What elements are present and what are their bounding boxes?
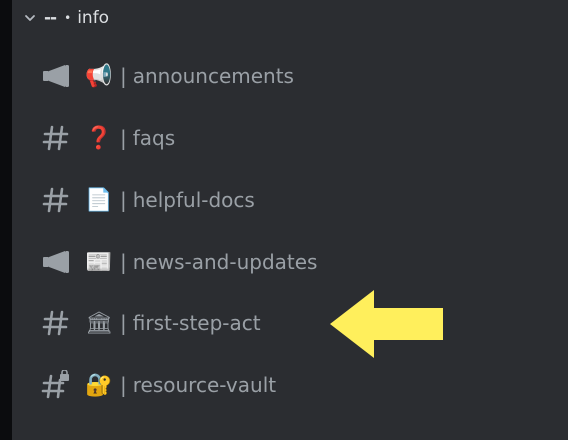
channel-name: helpful-docs (132, 188, 255, 212)
newspaper-emoji-icon: 📰 (85, 249, 113, 275)
highlight-arrow-icon (330, 290, 443, 358)
channel-separator: | (120, 373, 127, 397)
hash-icon (40, 184, 72, 216)
locked-with-key-emoji-icon: 🔐 (85, 372, 113, 398)
chevron-down-icon (22, 10, 38, 26)
category-dot: • (64, 11, 72, 25)
channel-name: faqs (132, 126, 176, 150)
channel-faqs[interactable]: ❓ | faqs (40, 118, 340, 158)
channel-name: news-and-updates (132, 250, 318, 274)
channel-separator: | (120, 64, 127, 88)
loudspeaker-emoji-icon: 📢 (85, 63, 113, 89)
channel-name: first-step-act (132, 311, 261, 335)
hash-icon (40, 122, 72, 154)
channel-announcements[interactable]: 📢 | announcements (40, 56, 340, 96)
channel-separator: | (120, 311, 127, 335)
category-header-info[interactable]: -- • info (22, 6, 109, 30)
channel-sidebar: -- • info 📢 | announcements ❓ | faqs 📄 |… (12, 0, 568, 440)
megaphone-icon (40, 60, 72, 92)
channel-resource-vault[interactable]: 🔐 | resource-vault (40, 365, 340, 405)
channel-name: announcements (132, 64, 294, 88)
page-emoji-icon: 📄 (85, 187, 113, 213)
server-list-strip (0, 0, 12, 440)
hash-icon (40, 307, 72, 339)
channel-first-step-act[interactable]: 🏛 | first-step-act (40, 303, 340, 343)
category-name: info (77, 8, 110, 28)
channel-separator: | (120, 250, 127, 274)
channel-separator: | (120, 126, 127, 150)
category-prefix: -- (44, 8, 57, 28)
megaphone-icon (40, 246, 72, 278)
channel-separator: | (120, 188, 127, 212)
locked-hash-icon (40, 369, 72, 401)
channel-helpful-docs[interactable]: 📄 | helpful-docs (40, 180, 340, 220)
channel-name: resource-vault (132, 373, 277, 397)
classical-building-emoji-icon: 🏛 (85, 310, 113, 336)
channel-news-and-updates[interactable]: 📰 | news-and-updates (40, 242, 340, 282)
question-mark-emoji-icon: ❓ (85, 125, 113, 151)
